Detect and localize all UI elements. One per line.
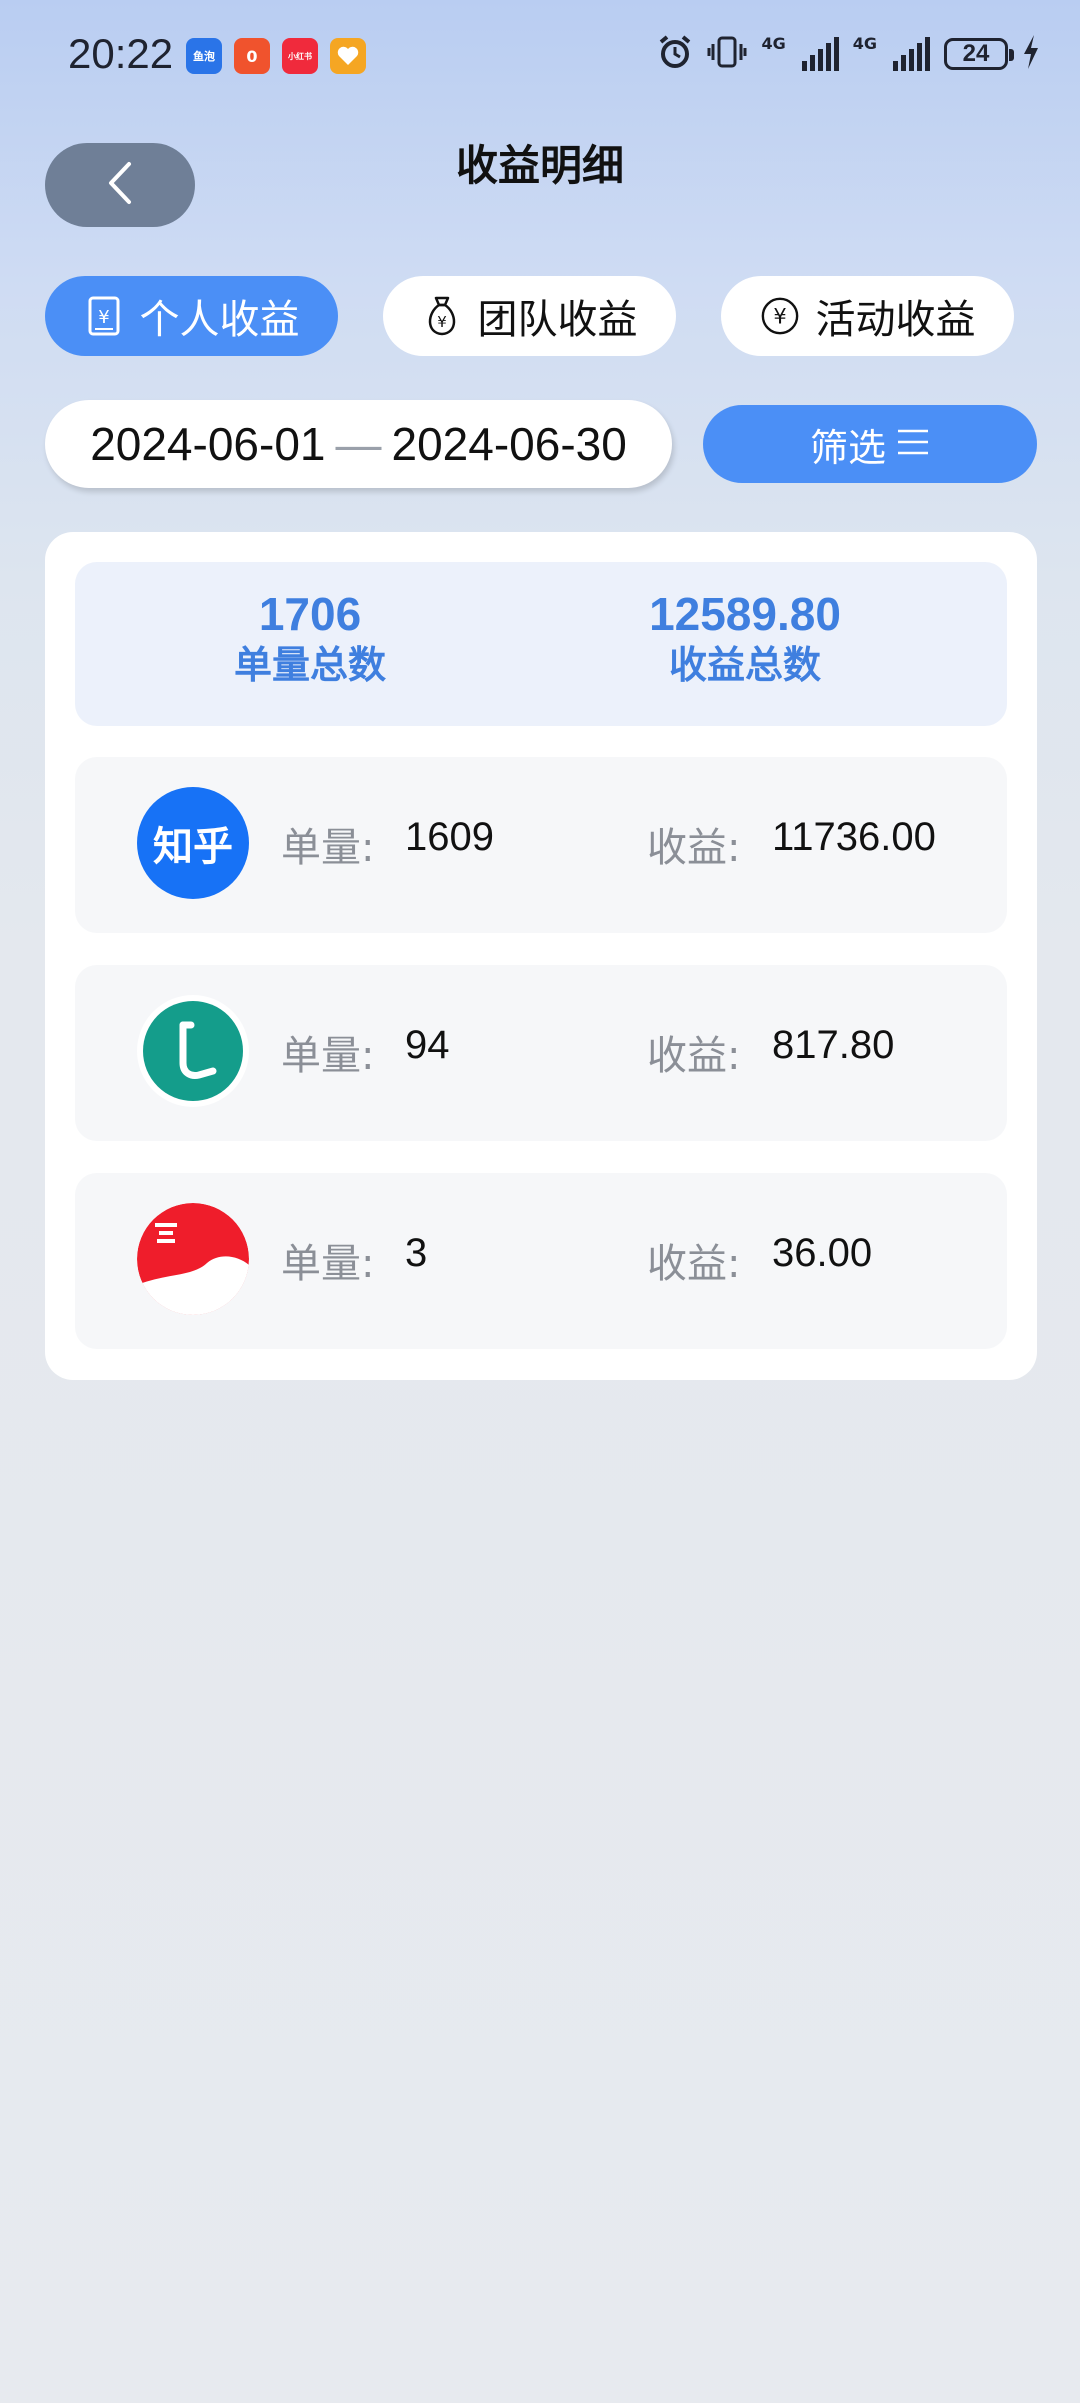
total-count-value: 1706 bbox=[258, 588, 362, 640]
end-date: 2024-06-30 bbox=[391, 418, 627, 470]
tab-label: 团队收益 bbox=[477, 297, 638, 343]
income-value: 36.00 bbox=[772, 1231, 873, 1275]
filter-button[interactable]: 筛选 bbox=[703, 405, 1037, 483]
count-label: 单量: bbox=[281, 1033, 375, 1079]
zhihu-logo-text: 知乎 bbox=[153, 824, 233, 870]
date-range-picker[interactable]: 2024-06-01 — 2024-06-30 bbox=[45, 400, 672, 488]
status-time: 20:22 bbox=[68, 30, 174, 77]
tab-label: 个人收益 bbox=[139, 297, 300, 343]
income-value: 817.80 bbox=[772, 1023, 895, 1067]
list-item[interactable]: 单量: 94 收益: 817.80 bbox=[75, 965, 1007, 1141]
filter-label: 筛选 bbox=[809, 425, 886, 470]
count-value: 1609 bbox=[405, 815, 494, 859]
charging-icon bbox=[1022, 35, 1040, 73]
list-item[interactable]: 单量: 3 收益: 36.00 bbox=[75, 1173, 1007, 1349]
summary-count: 1706 单量总数 bbox=[110, 588, 510, 690]
svg-text:¥: ¥ bbox=[437, 313, 447, 331]
vibrate-icon bbox=[707, 34, 747, 74]
income-value: 11736.00 bbox=[772, 815, 936, 859]
list-item[interactable]: 知乎 单量: 1609 收益: 11736.00 bbox=[75, 757, 1007, 933]
summary-income: 12589.80 收益总数 bbox=[545, 588, 945, 690]
income-label: 收益: bbox=[647, 825, 741, 871]
svg-text:¥: ¥ bbox=[98, 307, 109, 328]
summary-panel: 1706 单量总数 12589.80 收益总数 bbox=[75, 562, 1007, 726]
network-type-1: 4G bbox=[761, 34, 786, 53]
alarm-icon bbox=[657, 34, 693, 74]
signal-icon-2 bbox=[893, 37, 930, 71]
battery-icon: 24 bbox=[944, 38, 1014, 70]
status-bar: 20:22 鱼泡 0 小红书 4G 4G 24 bbox=[0, 0, 1080, 110]
xiaohongshu-icon: 小红书 bbox=[282, 38, 318, 74]
fish-app-icon: 鱼泡 bbox=[186, 38, 222, 74]
income-card: 1706 单量总数 12589.80 收益总数 知乎 单量: 1609 收益: … bbox=[45, 532, 1037, 1380]
page-title: 收益明细 bbox=[455, 141, 624, 190]
yuan-circle-icon: ¥ bbox=[760, 296, 800, 336]
tab-team-income[interactable]: ¥ 团队收益 bbox=[383, 276, 676, 356]
signal-icon bbox=[801, 37, 839, 71]
receipt-yuan-icon: ¥ bbox=[84, 296, 124, 336]
shopping-app-icon: 0 bbox=[234, 38, 270, 74]
money-bag-icon: ¥ bbox=[422, 296, 462, 336]
count-value: 3 bbox=[405, 1231, 428, 1275]
count-value: 94 bbox=[405, 1023, 450, 1067]
total-count-label: 单量总数 bbox=[233, 643, 386, 687]
income-label: 收益: bbox=[647, 1033, 741, 1079]
total-income-label: 收益总数 bbox=[668, 643, 821, 687]
status-right: 4G 4G 24 bbox=[657, 34, 1040, 74]
zhihu-logo: 知乎 bbox=[137, 787, 249, 899]
heart-app-icon bbox=[330, 38, 366, 74]
notification-icons: 鱼泡 0 小红书 bbox=[186, 38, 366, 74]
red-logo bbox=[137, 1203, 249, 1315]
svg-text:¥: ¥ bbox=[773, 305, 786, 329]
tab-label: 活动收益 bbox=[815, 297, 976, 343]
count-label: 单量: bbox=[281, 1241, 375, 1287]
count-label: 单量: bbox=[281, 825, 375, 871]
date-separator: — bbox=[335, 418, 382, 470]
battery-level: 24 bbox=[962, 40, 990, 67]
income-label: 收益: bbox=[647, 1241, 741, 1287]
menu-lines-icon bbox=[896, 422, 930, 466]
network-type-2: 4G bbox=[852, 34, 877, 53]
total-income-value: 12589.80 bbox=[649, 588, 841, 640]
tab-activity-income[interactable]: ¥ 活动收益 bbox=[721, 276, 1014, 356]
start-date: 2024-06-01 bbox=[90, 418, 326, 470]
tab-personal-income[interactable]: ¥ 个人收益 bbox=[45, 276, 338, 356]
green-l-logo bbox=[137, 995, 249, 1107]
